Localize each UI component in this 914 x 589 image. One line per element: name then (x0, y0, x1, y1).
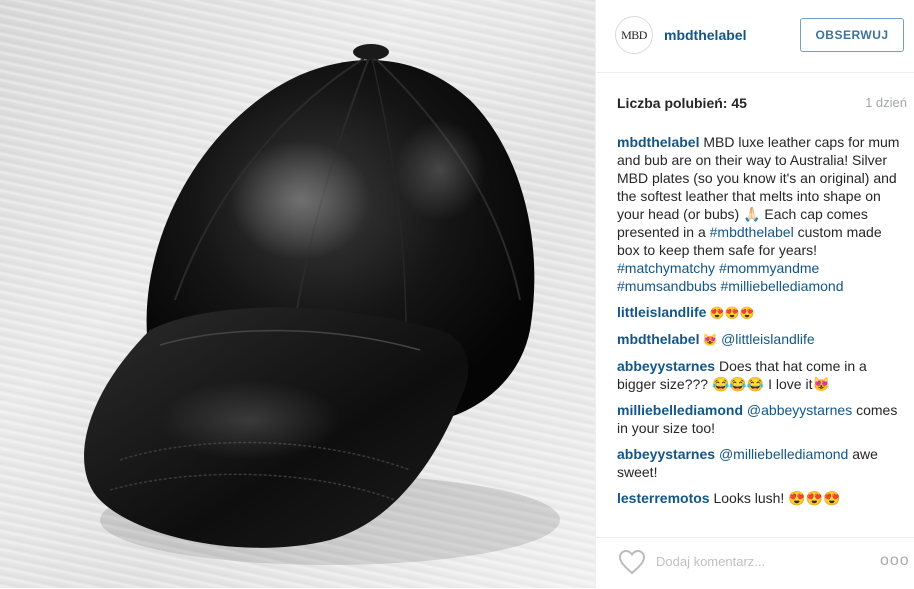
comment-text: 😍😍😍 (706, 306, 755, 320)
comment-item: lesterremotos Looks lush! 😍😍😍 (617, 489, 905, 507)
post-details-panel: MBD mbdthelabel OBSERWUJ Liczba polubień… (595, 0, 914, 588)
comment-username[interactable]: abbeyystarnes (617, 358, 715, 374)
hashtag-link[interactable]: #mbdthelabel (710, 224, 794, 240)
mention-link[interactable]: @milliebellediamond (719, 446, 848, 462)
more-options-icon[interactable]: ooo (880, 552, 910, 570)
comment-item: milliebellediamond @abbeyystarnes comes … (617, 401, 905, 437)
add-comment-input[interactable]: Dodaj komentarz... (656, 554, 765, 569)
heart-outline-icon[interactable] (618, 549, 646, 575)
likes-row: Liczba polubień: 45 1 dzień (617, 95, 907, 115)
comment-item: mbdthelabel 😻 @littleislandlife (617, 330, 905, 349)
post-header: MBD mbdthelabel OBSERWUJ (596, 0, 914, 73)
post-image[interactable] (0, 0, 595, 588)
likes-count[interactable]: Liczba polubień: 45 (617, 95, 747, 111)
post-author-username[interactable]: mbdthelabel (664, 27, 746, 43)
comment-username[interactable]: mbdthelabel (617, 331, 699, 347)
comment-username[interactable]: lesterremotos (617, 490, 710, 506)
hashtag-link[interactable]: #mumsandbubs (617, 278, 717, 294)
comment-username[interactable]: milliebellediamond (617, 402, 743, 418)
hashtag-link[interactable]: #matchymatchy (617, 260, 715, 276)
hashtag-link[interactable]: #milliebellediamond (721, 278, 844, 294)
follow-button[interactable]: OBSERWUJ (800, 18, 904, 52)
comment-text: 😻 (699, 333, 722, 347)
comment-username[interactable]: mbdthelabel (617, 134, 699, 150)
leather-cap-illustration (84, 44, 560, 565)
comment-item: littleislandlife 😍😍😍 (617, 303, 905, 322)
comment-username[interactable]: abbeyystarnes (617, 446, 715, 462)
post-footer: Dodaj komentarz... ooo (596, 537, 914, 589)
mention-link[interactable]: @abbeyystarnes (747, 402, 852, 418)
avatar[interactable]: MBD (615, 16, 653, 54)
comment-item: abbeyystarnes @milliebellediamond awe sw… (617, 445, 905, 481)
comment-item: abbeyystarnes Does that hat come in a bi… (617, 357, 905, 393)
comment-text: Looks lush! 😍😍😍 (709, 490, 841, 506)
post-timestamp[interactable]: 1 dzień (865, 95, 907, 110)
mention-link[interactable]: @littleislandlife (721, 331, 815, 347)
hashtag-link[interactable]: #mommyandme (719, 260, 819, 276)
comment-username[interactable]: littleislandlife (617, 304, 706, 320)
caption: mbdthelabel MBD luxe leather caps for mu… (617, 133, 905, 295)
comments-list: mbdthelabel MBD luxe leather caps for mu… (617, 133, 905, 515)
